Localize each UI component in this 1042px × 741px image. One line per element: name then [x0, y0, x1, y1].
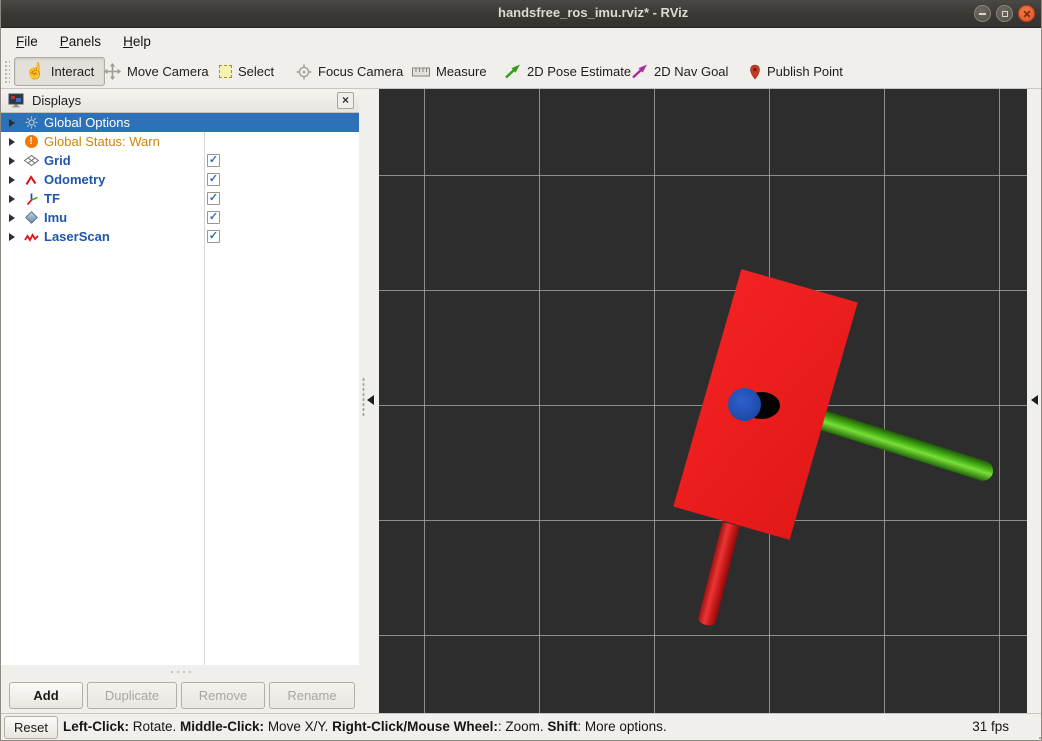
expander-icon[interactable] [9, 156, 15, 165]
expander-icon[interactable] [9, 118, 15, 127]
move-arrows-icon [104, 63, 121, 80]
window-title: handsfree_ros_imu.rviz* - RViz [498, 5, 689, 20]
expander-icon[interactable] [9, 137, 15, 146]
map-pin-icon [750, 64, 760, 79]
row-label: LaserScan [44, 229, 110, 244]
grid-icon [23, 154, 39, 168]
green-arrow-icon [505, 64, 520, 79]
collapse-right-arrow-icon[interactable] [1031, 395, 1038, 405]
measure-tool-button[interactable]: Measure [412, 55, 487, 88]
ruler-icon [412, 67, 430, 76]
rename-display-button[interactable]: Rename [269, 682, 355, 709]
fps-counter: 31 fps [972, 719, 1009, 734]
move-camera-tool-button[interactable]: Move Camera [104, 55, 209, 88]
row-label: Imu [44, 210, 68, 225]
row-label: Global Options [44, 115, 130, 130]
row-label: Grid [44, 153, 71, 168]
duplicate-display-button[interactable]: Duplicate [87, 682, 177, 709]
reset-button[interactable]: Reset [4, 716, 58, 739]
green-axis-cylinder [815, 409, 996, 484]
status-bar: Reset Left-Click: Rotate. Middle-Click: … [1, 713, 1041, 740]
red-axis-cylinder [697, 521, 740, 628]
display-row-odometry[interactable]: Odometry [1, 170, 359, 189]
warning-icon: ! [23, 135, 39, 149]
hand-cursor-icon: ☝ [25, 62, 45, 80]
row-label: TF [44, 191, 60, 206]
checkbox-imu[interactable]: ✓ [207, 211, 220, 224]
right-panel-splitter[interactable] [1027, 89, 1041, 713]
title-bar: handsfree_ros_imu.rviz* - RViz [1, 0, 1041, 28]
displays-panel-header: Displays × [1, 89, 359, 113]
checkbox-laserscan[interactable]: ✓ [207, 230, 220, 243]
display-row-tf[interactable]: TF [1, 189, 359, 208]
display-row-grid[interactable]: Grid [1, 151, 359, 170]
expander-icon[interactable] [9, 194, 15, 203]
display-row-laserscan[interactable]: LaserScan [1, 227, 359, 246]
collapse-left-arrow-icon[interactable] [367, 395, 374, 405]
left-panel-splitter[interactable] [359, 89, 379, 713]
close-button[interactable] [1018, 5, 1035, 22]
expander-icon[interactable] [9, 232, 15, 241]
odometry-icon [23, 173, 39, 187]
row-label: Global Status: Warn [44, 134, 160, 149]
focus-crosshair-icon [296, 64, 312, 79]
focus-camera-tool-button[interactable]: Focus Camera [296, 55, 403, 88]
interact-tool-button[interactable]: ☝ Interact [14, 57, 106, 86]
expander-icon[interactable] [9, 213, 15, 222]
laserscan-icon [23, 230, 39, 244]
row-label: Odometry [44, 172, 106, 187]
tf-axes-icon [23, 192, 39, 206]
panel-splitter-handle[interactable] [169, 670, 191, 674]
display-row-imu[interactable]: Imu [1, 208, 359, 227]
display-row-global-options[interactable]: Global Options [1, 113, 359, 132]
checkbox-grid[interactable]: ✓ [207, 154, 220, 167]
checkbox-odometry[interactable]: ✓ [207, 173, 220, 186]
rviz-window: handsfree_ros_imu.rviz* - RViz File Pane… [0, 0, 1042, 741]
gear-icon [23, 116, 39, 130]
add-display-button[interactable]: Add [9, 682, 83, 709]
toolbar-drag-handle[interactable] [4, 60, 10, 84]
imu-icon [23, 211, 39, 225]
maximize-icon [1001, 10, 1008, 17]
3d-viewport[interactable] [379, 89, 1027, 713]
monitor-icon [8, 93, 24, 107]
menu-panels[interactable]: Panels [49, 31, 112, 52]
resize-grip[interactable] [1039, 737, 1041, 739]
menu-bar: File Panels Help [1, 28, 1041, 55]
menu-help[interactable]: Help [112, 31, 162, 52]
checkbox-tf[interactable]: ✓ [207, 192, 220, 205]
nav-goal-tool-button[interactable]: 2D Nav Goal [631, 55, 728, 88]
displays-panel-title: Displays [32, 93, 82, 108]
displays-panel: Displays × Global Options ! Global Statu… [1, 89, 359, 713]
displays-panel-close-button[interactable]: × [337, 92, 354, 109]
expander-icon[interactable] [9, 175, 15, 184]
remove-display-button[interactable]: Remove [181, 682, 265, 709]
mouse-help-text: Left-Click: Rotate. Middle-Click: Move X… [63, 719, 667, 734]
toolbar: ☝ Interact Move Camera Select Focus Came… [1, 55, 1041, 89]
display-row-global-status[interactable]: ! Global Status: Warn [1, 132, 359, 151]
selection-box-icon [219, 65, 232, 78]
displays-tree: Global Options ! Global Status: Warn Gri… [1, 113, 359, 665]
publish-point-tool-button[interactable]: Publish Point [749, 55, 843, 88]
minimize-icon [979, 13, 986, 15]
window-controls [974, 5, 1035, 22]
maximize-button[interactable] [996, 5, 1013, 22]
menu-file[interactable]: File [5, 31, 49, 52]
pose-estimate-tool-button[interactable]: 2D Pose Estimate [504, 55, 631, 88]
blue-axis-disc [728, 388, 761, 421]
magenta-arrow-icon [632, 64, 647, 79]
minimize-button[interactable] [974, 5, 991, 22]
select-tool-button[interactable]: Select [219, 55, 274, 88]
